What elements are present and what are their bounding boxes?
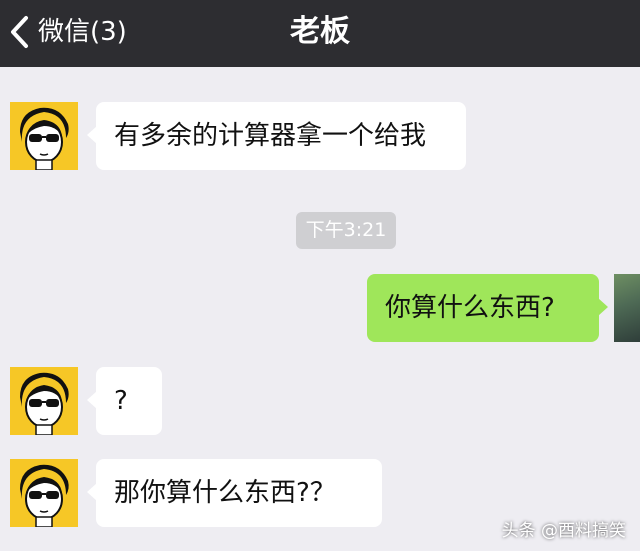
chat-title: 老板 [290, 14, 350, 49]
top-navigation-bar: 微信(3) 老板 [0, 0, 640, 67]
incoming-message-bubble[interactable]: ? [87, 367, 162, 435]
self-avatar[interactable] [614, 274, 640, 342]
incoming-message-bubble[interactable]: 有多余的计算器拿一个给我 [87, 102, 466, 170]
message-timestamp: 下午3:21 [296, 212, 396, 249]
watermark: 头条 @酉料搞笑 [501, 521, 626, 541]
outgoing-message-bubble[interactable]: 你算什么东西? [367, 274, 608, 342]
avatar[interactable] [10, 459, 78, 527]
cartoon-face-icon [20, 464, 69, 527]
cartoon-face-icon [20, 372, 69, 435]
avatar[interactable] [10, 367, 78, 435]
cartoon-face-icon [20, 107, 69, 170]
incoming-message-bubble[interactable]: 那你算什么东西?？ [87, 459, 382, 527]
avatar[interactable] [10, 102, 78, 170]
